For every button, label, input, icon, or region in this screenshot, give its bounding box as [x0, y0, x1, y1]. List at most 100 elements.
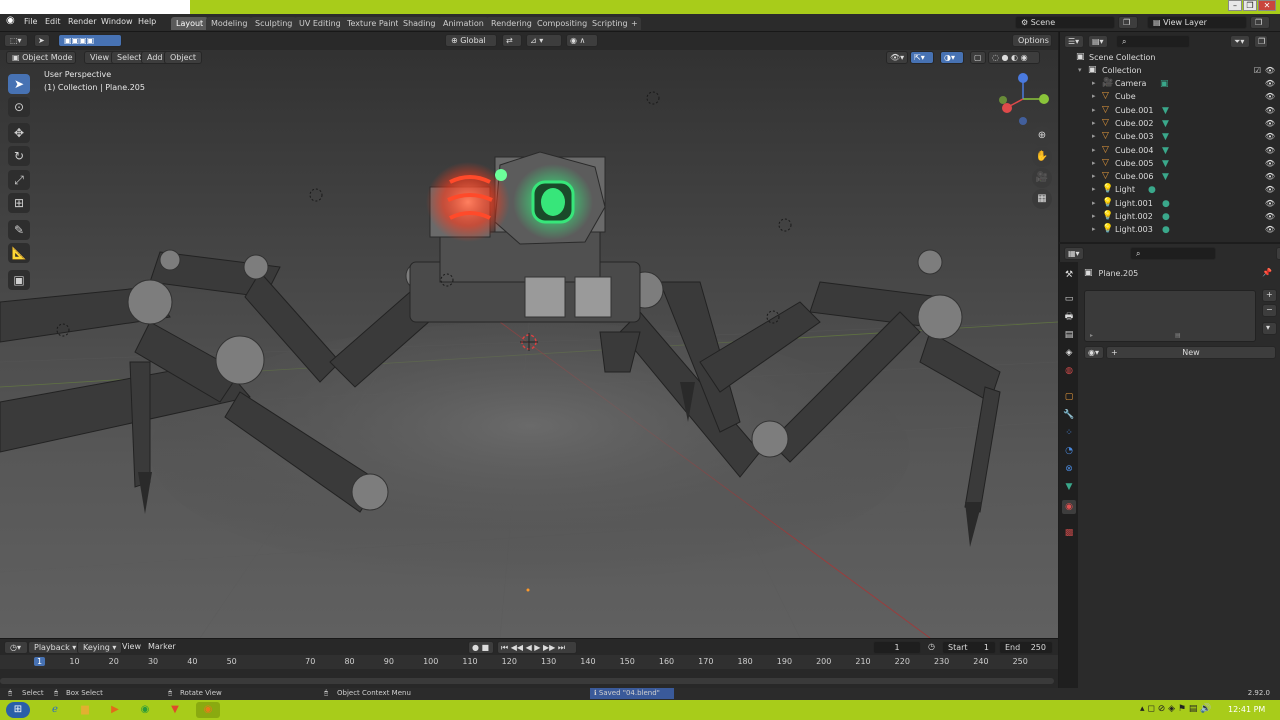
- outliner-editor-icon[interactable]: ☰▾: [1064, 34, 1084, 48]
- blender-taskbar-icon[interactable]: ◉: [196, 702, 220, 718]
- tool-tab-icon[interactable]: ⚒: [1062, 268, 1076, 282]
- select-tool-icon[interactable]: ➤: [8, 74, 30, 94]
- eye-icon[interactable]: 👁: [1265, 199, 1275, 208]
- proportional-edit-icon[interactable]: ◉ ∧: [566, 34, 598, 47]
- menu-edit[interactable]: Edit: [45, 17, 61, 26]
- blender-logo-icon[interactable]: ◉: [6, 15, 15, 26]
- expand-icon[interactable]: ▸: [1092, 79, 1096, 87]
- clock-icon[interactable]: ◷: [926, 641, 938, 654]
- expand-icon[interactable]: ▸: [1092, 146, 1096, 154]
- expand-icon[interactable]: ▸: [1092, 92, 1096, 100]
- eye-icon[interactable]: 👁: [1265, 225, 1275, 234]
- overlay-toggle-icon[interactable]: ◑▾: [940, 51, 964, 64]
- remove-slot-button[interactable]: −: [1262, 304, 1277, 317]
- expand-icon[interactable]: ▸: [1092, 106, 1096, 114]
- outliner-item-cube-005[interactable]: ▸ ▽ Cube.005 ▼ 👁: [1060, 158, 1280, 171]
- navigation-gizmo[interactable]: [999, 73, 1049, 125]
- outliner-collection[interactable]: ▾ ▣ Collection ☑ 👁: [1060, 65, 1280, 78]
- new-material-button[interactable]: + New: [1106, 346, 1276, 359]
- viewport-menu-object[interactable]: Object: [164, 51, 203, 64]
- outliner-search-input[interactable]: ⌕: [1116, 34, 1190, 48]
- render-tab-icon[interactable]: ▭: [1062, 292, 1076, 306]
- tab-modeling[interactable]: Modeling: [206, 17, 253, 30]
- select-mode-icon[interactable]: ➤: [34, 34, 50, 47]
- xray-icon[interactable]: ▢: [970, 51, 986, 64]
- expand-icon[interactable]: ▸: [1092, 159, 1096, 167]
- timeline-ruler[interactable]: 1 10 20 30 40 50 70 80 90 100 110 120 130 140 150 160 17…: [0, 655, 1058, 669]
- properties-options-icon[interactable]: ▾: [1276, 246, 1280, 260]
- options-dropdown[interactable]: Options: [1012, 34, 1052, 47]
- scene-selector[interactable]: ⚙ Scene: [1015, 16, 1115, 29]
- expand-icon[interactable]: ▾: [1078, 66, 1082, 74]
- outliner-item-cube-001[interactable]: ▸ ▽ Cube.001 ▼ 👁: [1060, 105, 1280, 118]
- rotate-tool-icon[interactable]: ↻: [8, 146, 30, 166]
- outliner-item-light-003[interactable]: ▸ 💡 Light.003 ● 👁: [1060, 224, 1280, 237]
- tab-compositing[interactable]: Compositing: [532, 17, 593, 30]
- add-workspace-button[interactable]: +: [628, 17, 641, 30]
- record-icon[interactable]: ● ■: [468, 641, 494, 654]
- current-frame-field[interactable]: 1: [873, 641, 921, 654]
- menu-playback[interactable]: Playback ▾: [28, 641, 83, 654]
- pan-hand-icon[interactable]: ✋: [1032, 147, 1052, 167]
- timeline-menu-view[interactable]: View: [117, 641, 146, 654]
- expand-icon[interactable]: ▸: [1092, 132, 1096, 140]
- camera-view-icon[interactable]: 🎥: [1032, 168, 1052, 188]
- eye-icon[interactable]: 👁: [1265, 146, 1275, 155]
- eye-icon[interactable]: 👁: [1265, 172, 1275, 181]
- selection-modes[interactable]: ▣▣▣▣: [58, 34, 122, 47]
- outliner-item-light[interactable]: ▸ 💡 Light ● 👁: [1060, 184, 1280, 197]
- ortho-grid-icon[interactable]: ▦: [1032, 189, 1052, 209]
- close-button[interactable]: ✕: [1258, 0, 1276, 11]
- playhead-frame[interactable]: 1: [34, 657, 46, 666]
- timeline-editor-icon[interactable]: ◷▾: [4, 641, 28, 654]
- media-player-icon[interactable]: ▶: [106, 702, 124, 718]
- menu-window[interactable]: Window: [101, 17, 133, 26]
- tab-uv-editing[interactable]: UV Editing: [294, 17, 346, 30]
- view-layer-selector[interactable]: ▤ View Layer: [1147, 16, 1247, 29]
- brave-icon[interactable]: ▼: [166, 702, 184, 718]
- object-mode-dropdown[interactable]: ▣ Object Mode: [6, 51, 76, 64]
- tab-animation[interactable]: Animation: [438, 17, 489, 30]
- expand-icon[interactable]: ▸: [1092, 172, 1096, 180]
- scene-tab-icon[interactable]: ◈: [1062, 346, 1076, 360]
- properties-editor-icon[interactable]: ▦▾: [1064, 246, 1084, 260]
- eye-icon[interactable]: 👁: [1265, 185, 1275, 194]
- zoom-icon[interactable]: ⊕: [1032, 126, 1052, 146]
- add-slot-button[interactable]: +: [1262, 289, 1277, 302]
- gizmo-toggle-icon[interactable]: ⇱▾: [910, 51, 934, 64]
- world-tab-icon[interactable]: ◍: [1062, 364, 1076, 378]
- eye-icon[interactable]: 👁: [1265, 92, 1275, 101]
- menu-render[interactable]: Render: [68, 17, 96, 26]
- eye-icon[interactable]: 👁: [1265, 159, 1275, 168]
- new-collection-icon[interactable]: ❐: [1254, 34, 1268, 48]
- end-frame-field[interactable]: End 250: [999, 641, 1053, 654]
- resize-handle-icon[interactable]: ▸: [1090, 332, 1093, 339]
- object-tab-icon[interactable]: ▢: [1062, 390, 1076, 404]
- view-layer-tab-icon[interactable]: ▤: [1062, 328, 1076, 342]
- outliner-scene-collection[interactable]: ▣ Scene Collection: [1060, 52, 1280, 65]
- expand-icon[interactable]: ▸: [1092, 212, 1096, 220]
- material-tab-icon[interactable]: ◉: [1062, 500, 1076, 514]
- tray-icons[interactable]: ▴ ◻ ⊘ ◈ ⚑ ▤ 🔊: [1140, 704, 1211, 714]
- tab-texture-paint[interactable]: Texture Paint: [342, 17, 404, 30]
- outliner-item-cube-003[interactable]: ▸ ▽ Cube.003 ▼ 👁: [1060, 131, 1280, 144]
- tab-shading[interactable]: Shading: [398, 17, 441, 30]
- timeline-menu-marker[interactable]: Marker: [143, 641, 181, 654]
- editor-type-icon[interactable]: ⬚▾: [4, 34, 28, 47]
- outliner-item-cube[interactable]: ▸ ▽ Cube 👁: [1060, 91, 1280, 104]
- tab-sculpting[interactable]: Sculpting: [250, 17, 298, 30]
- move-tool-icon[interactable]: ✥: [8, 123, 30, 143]
- 3d-viewport[interactable]: [0, 32, 1058, 638]
- texture-tab-icon[interactable]: ▩: [1062, 526, 1076, 540]
- eye-icon[interactable]: 👁: [1265, 132, 1275, 141]
- shading-modes[interactable]: ◌ ● ◐ ◉: [988, 51, 1040, 64]
- outliner-item-cube-002[interactable]: ▸ ▽ Cube.002 ▼ 👁: [1060, 118, 1280, 131]
- menu-file[interactable]: File: [24, 17, 37, 26]
- scene-copy-icon[interactable]: ❐: [1118, 16, 1138, 29]
- menu-keying[interactable]: Keying ▾: [77, 641, 123, 654]
- material-browse-icon[interactable]: ◉▾: [1084, 346, 1104, 359]
- playback-controls[interactable]: ⏮ ◀◀ ◀ ▶ ▶▶ ⏭: [497, 641, 577, 654]
- filter-icon[interactable]: ⏷▾: [1230, 34, 1250, 48]
- start-button-icon[interactable]: ⊞: [6, 702, 30, 718]
- eye-icon[interactable]: 👁: [1265, 66, 1275, 75]
